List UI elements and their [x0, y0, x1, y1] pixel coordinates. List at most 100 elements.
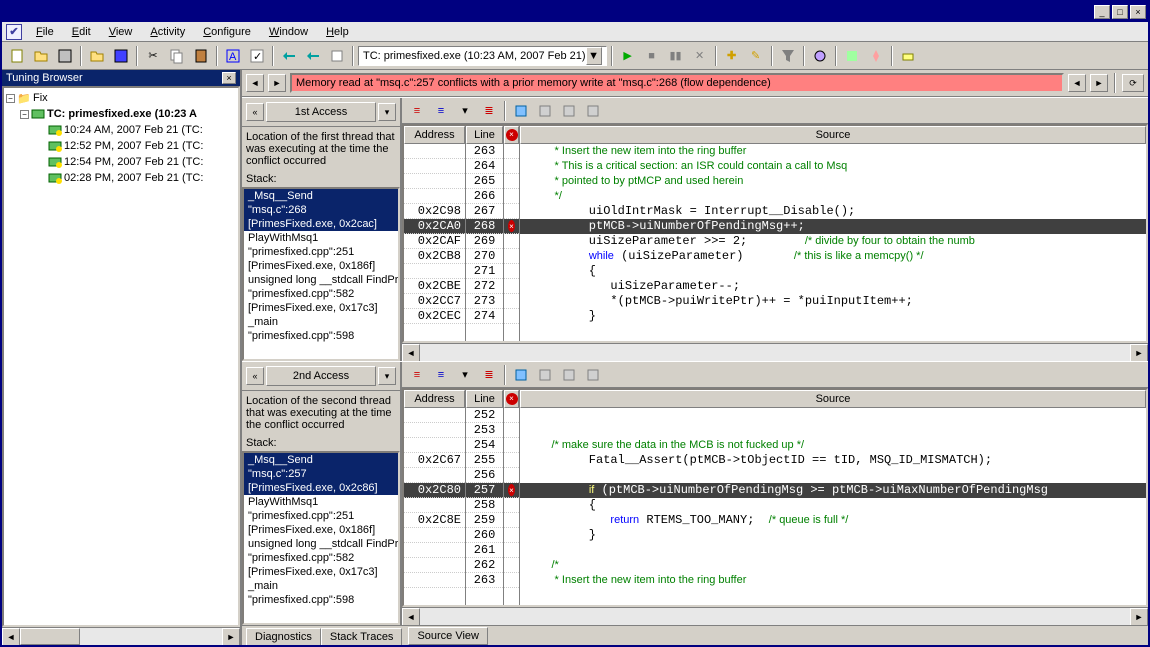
scroll-left-icon[interactable]: ◄ [402, 344, 420, 361]
stack-item[interactable]: [PrimesFixed.exe, 0x2cac] [244, 217, 398, 231]
run2-icon[interactable] [302, 45, 324, 67]
next-conflict-icon[interactable]: ► [268, 74, 286, 92]
tree-run-item[interactable]: 02:28 PM, 2007 Feb 21 (TC: [6, 170, 236, 186]
minimize-button[interactable]: _ [1094, 5, 1110, 19]
run1-icon[interactable] [278, 45, 300, 67]
stack-item[interactable]: _Msq__Send [244, 189, 398, 203]
bp-cell[interactable]: × [504, 219, 519, 234]
stack-item[interactable]: [PrimesFixed.exe, 0x17c3] [244, 301, 398, 315]
stack-item[interactable]: "msq.c":268 [244, 203, 398, 217]
play-icon[interactable]: ▶ [617, 45, 639, 67]
bm3-icon[interactable] [582, 364, 604, 386]
align-center-icon[interactable]: ≡ [430, 364, 452, 386]
menu-file[interactable]: File [28, 24, 62, 40]
align-opt-icon[interactable]: ▾ [454, 364, 476, 386]
tool4-icon[interactable] [897, 45, 919, 67]
stack-item[interactable]: unsigned long __stdcall FindPr [244, 273, 398, 287]
bp-cell[interactable] [504, 423, 519, 438]
bp-cell[interactable] [504, 204, 519, 219]
align-right-icon[interactable]: ≣ [478, 100, 500, 122]
tree-root[interactable]: − 📁 Fix [6, 90, 236, 106]
stack-item[interactable]: "primesfixed.cpp":251 [244, 245, 398, 259]
open-icon[interactable] [86, 45, 108, 67]
refresh-icon[interactable]: ⟳ [1122, 74, 1144, 92]
tool3-icon[interactable] [865, 45, 887, 67]
tree-run-item[interactable]: 12:52 PM, 2007 Feb 21 (TC: [6, 138, 236, 154]
tool2-icon[interactable] [841, 45, 863, 67]
stack-item[interactable]: [PrimesFixed.exe, 0x186f] [244, 523, 398, 537]
edit-icon[interactable]: ✎ [745, 45, 767, 67]
align-opt-icon[interactable]: ▾ [454, 100, 476, 122]
menu-view[interactable]: View [101, 24, 141, 40]
menu-edit[interactable]: Edit [64, 24, 99, 40]
menu-help[interactable]: Help [318, 24, 357, 40]
stack-item[interactable]: _main [244, 579, 398, 593]
stop-icon[interactable]: ■ [641, 45, 663, 67]
maximize-button[interactable]: □ [1112, 5, 1128, 19]
bp-cell[interactable] [504, 309, 519, 324]
bp-header[interactable]: × [504, 126, 519, 144]
nav-left-icon[interactable]: ◄ [1068, 74, 1086, 92]
addr-header[interactable]: Address [404, 126, 465, 144]
tab-diagnostics[interactable]: Diagnostics [246, 628, 321, 645]
bp-cell[interactable] [504, 558, 519, 573]
scroll-right-icon[interactable]: ► [222, 628, 240, 645]
scroll-left-icon[interactable]: ◄ [2, 628, 20, 645]
access-selector[interactable]: 1st Access [266, 102, 376, 122]
src-header[interactable]: Source [520, 390, 1146, 408]
bm1-icon[interactable] [534, 100, 556, 122]
stack-item[interactable]: [PrimesFixed.exe, 0x186f] [244, 259, 398, 273]
nav-right-icon[interactable]: ► [1090, 74, 1108, 92]
new-icon[interactable] [6, 45, 28, 67]
bp-cell[interactable] [504, 249, 519, 264]
copy-icon[interactable] [166, 45, 188, 67]
stack-item[interactable]: "primesfixed.cpp":582 [244, 287, 398, 301]
tool1-icon[interactable] [809, 45, 831, 67]
save2-icon[interactable] [110, 45, 132, 67]
bp-cell[interactable]: × [504, 483, 519, 498]
add-icon[interactable]: ✚ [721, 45, 743, 67]
bookmark-icon[interactable] [510, 364, 532, 386]
activity-icon[interactable]: A [222, 45, 244, 67]
access-selector[interactable]: 2nd Access [266, 366, 376, 386]
scroll-left-icon[interactable]: ◄ [402, 608, 420, 625]
stack-item[interactable]: _main [244, 315, 398, 329]
menu-window[interactable]: Window [261, 24, 316, 40]
tab-stack-traces[interactable]: Stack Traces [321, 628, 403, 645]
bp-cell[interactable] [504, 279, 519, 294]
bp-cell[interactable] [504, 543, 519, 558]
bp-cell[interactable] [504, 528, 519, 543]
stack-item[interactable]: unsigned long __stdcall FindPr [244, 537, 398, 551]
stack-item[interactable]: [PrimesFixed.exe, 0x2c86] [244, 481, 398, 495]
cut-icon[interactable]: ✂ [142, 45, 164, 67]
scroll-right-icon[interactable]: ► [1130, 344, 1148, 361]
stack-item[interactable]: PlayWithMsq1 [244, 231, 398, 245]
menu-activity[interactable]: Activity [142, 24, 193, 40]
prev-conflict-icon[interactable]: ◄ [246, 74, 264, 92]
kill-icon[interactable]: ✕ [689, 45, 711, 67]
paste-icon[interactable] [190, 45, 212, 67]
tree-collapse-icon[interactable]: − [20, 110, 29, 119]
tc-selector[interactable]: TC: primesfixed.exe (10:23 AM, 2007 Feb … [358, 46, 607, 66]
bp-cell[interactable] [504, 264, 519, 279]
collapse-icon[interactable]: « [246, 103, 264, 121]
bp-cell[interactable] [504, 468, 519, 483]
bp-cell[interactable] [504, 498, 519, 513]
folder-icon[interactable] [30, 45, 52, 67]
align-left-icon[interactable]: ≡ [406, 100, 428, 122]
bm1-icon[interactable] [534, 364, 556, 386]
stack-item[interactable]: _Msq__Send [244, 453, 398, 467]
bm2-icon[interactable] [558, 364, 580, 386]
tree-run-item[interactable]: 10:24 AM, 2007 Feb 21 (TC: [6, 122, 236, 138]
run3-icon[interactable] [326, 45, 348, 67]
bp-cell[interactable] [504, 294, 519, 309]
bp-cell[interactable] [504, 144, 519, 159]
pause-icon[interactable]: ▮▮ [665, 45, 687, 67]
tree-view[interactable]: − 📁 Fix − TC: primesfixed.exe (10:23 A 1… [2, 86, 240, 627]
stack-list[interactable]: _Msq__Send"msq.c":268[PrimesFixed.exe, 0… [242, 187, 400, 361]
tree-tc[interactable]: − TC: primesfixed.exe (10:23 A [6, 106, 236, 122]
bp-cell[interactable] [504, 453, 519, 468]
align-left-icon[interactable]: ≡ [406, 364, 428, 386]
src-header[interactable]: Source [520, 126, 1146, 144]
dropdown-icon[interactable]: ▾ [378, 103, 396, 121]
